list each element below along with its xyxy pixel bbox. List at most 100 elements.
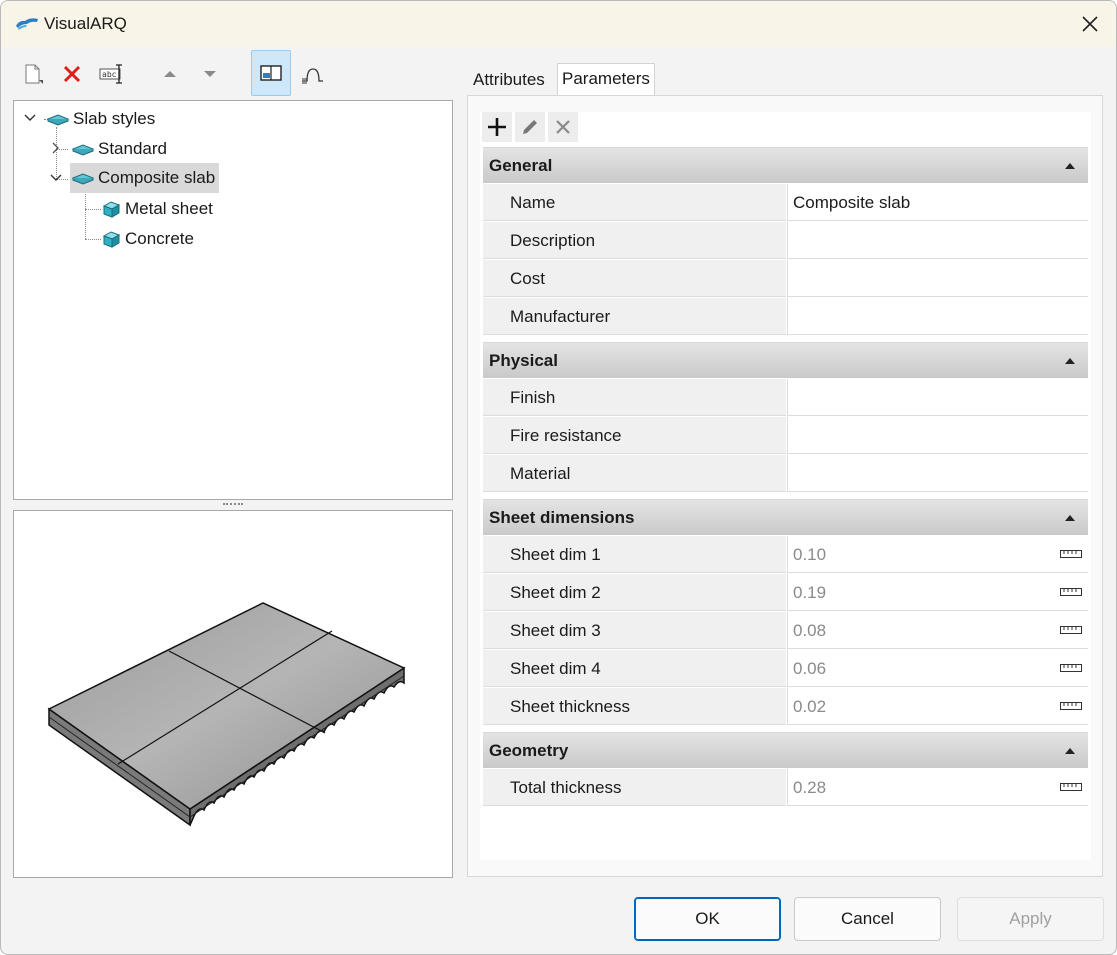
group-header-sheet-dimensions[interactable]: Sheet dimensions [483,499,1088,535]
tree-item-label: Concrete [125,229,194,248]
property-value-field[interactable] [787,260,1088,297]
preview-toggle-button[interactable] [251,50,291,96]
ruler-icon[interactable] [1060,781,1082,793]
group-header-geometry[interactable]: Geometry [483,732,1088,768]
slab-style-icon [72,173,94,185]
property-name: Finish [483,379,786,416]
property-row: Name Composite slab [483,184,1088,222]
ruler-icon[interactable] [1060,548,1082,560]
collapse-caret-icon [1065,515,1075,521]
visualarq-logo-icon [15,14,39,32]
apply-button[interactable]: Apply [957,897,1104,941]
dialog-window: VisualARQ abc Slab styles Standard Compo… [0,0,1117,955]
tree-connector [85,189,86,239]
property-value-field[interactable]: 0.28 [787,769,1088,806]
move-down-button[interactable] [191,52,229,96]
property-value-field[interactable]: 0.06 [787,650,1088,687]
add-parameter-button[interactable] [482,112,512,142]
collapse-caret-icon [1065,748,1075,754]
edit-parameter-button[interactable] [515,112,545,142]
property-value-field[interactable] [787,455,1088,492]
collapse-caret-icon [1065,358,1075,364]
property-row: Sheet dim 3 0.08 [483,612,1088,650]
property-name: Name [483,184,786,221]
property-name: Sheet dim 2 [483,574,786,611]
property-name: Sheet dim 4 [483,650,786,687]
property-value-field[interactable]: 0.02 [787,688,1088,725]
styles-tree: Slab styles Standard Composite slab Meta… [13,100,453,500]
tab-attributes[interactable]: Attributes [469,65,549,95]
move-down-icon [204,71,216,77]
profile-icon [302,68,323,84]
tree-item-concrete[interactable]: Concrete [101,224,198,254]
new-document-icon [25,64,43,84]
preview-panel-icon [260,65,282,81]
ok-button[interactable]: OK [634,897,781,941]
ruler-icon[interactable] [1060,662,1082,674]
button-label: OK [695,909,720,928]
close-button[interactable] [1064,1,1116,47]
property-row: Sheet dim 1 0.10 [483,536,1088,574]
delete-parameter-button[interactable] [548,112,578,142]
property-value-field[interactable] [787,298,1088,335]
pencil-icon [523,120,537,134]
tab-label: Attributes [473,70,545,89]
property-name: Total thickness [483,769,786,806]
property-value-field[interactable]: Composite slab [787,184,1088,221]
ruler-icon[interactable] [1060,586,1082,598]
collapse-caret-icon [1065,163,1075,169]
property-name: Manufacturer [483,298,786,335]
property-name: Fire resistance [483,417,786,454]
tree-item-metal-sheet[interactable]: Metal sheet [101,194,217,224]
property-row: Fire resistance [483,417,1088,455]
property-name: Sheet dim 1 [483,536,786,573]
property-name: Material [483,455,786,492]
tree-item-standard[interactable]: Standard [72,134,171,164]
property-value-field[interactable] [787,222,1088,259]
title-bar: VisualARQ [1,1,1116,47]
delete-style-button[interactable] [53,52,91,96]
property-value-field[interactable] [787,379,1088,416]
rename-style-button[interactable]: abc [93,52,131,96]
group-header-physical[interactable]: Physical [483,342,1088,378]
move-up-button[interactable] [151,52,189,96]
property-value-field[interactable]: 0.10 [787,536,1088,573]
property-value-field[interactable] [787,417,1088,454]
tree-connector [85,239,101,240]
tree-item-slab-styles[interactable]: Slab styles [47,104,159,134]
group-title: Geometry [489,741,569,760]
window-title: VisualARQ [44,14,127,33]
chevron-right-icon[interactable] [49,141,63,155]
property-row: Finish [483,379,1088,417]
group-title: General [489,156,553,175]
component-box-icon [102,201,121,218]
ruler-icon[interactable] [1060,624,1082,636]
tree-item-label: Standard [98,139,167,158]
property-name: Sheet dim 3 [483,612,786,649]
svg-text:abc: abc [102,70,117,79]
property-name: Sheet thickness [483,688,786,725]
tree-item-composite-slab[interactable]: Composite slab [70,163,220,193]
preview-panel [13,510,453,878]
tab-label: Parameters [562,69,650,88]
delete-icon [63,65,81,83]
panel-splitter[interactable] [223,503,243,508]
chevron-down-icon[interactable] [49,171,63,185]
button-label: Cancel [841,909,894,928]
property-row: Sheet dim 4 0.06 [483,650,1088,688]
component-box-icon [102,231,121,248]
property-row: Cost [483,260,1088,298]
ruler-icon[interactable] [1060,700,1082,712]
profile-button[interactable] [293,52,331,96]
new-style-button[interactable] [14,52,52,96]
property-value-field[interactable]: 0.08 [787,612,1088,649]
property-value-field[interactable]: 0.19 [787,574,1088,611]
plus-icon [488,118,506,136]
group-header-general[interactable]: General [483,147,1088,183]
cancel-button[interactable]: Cancel [794,897,941,941]
property-row: Total thickness 0.28 [483,769,1088,807]
button-label: Apply [1009,909,1052,928]
property-row: Manufacturer [483,298,1088,336]
chevron-down-icon[interactable] [23,111,37,125]
tab-parameters[interactable]: Parameters [557,63,655,95]
